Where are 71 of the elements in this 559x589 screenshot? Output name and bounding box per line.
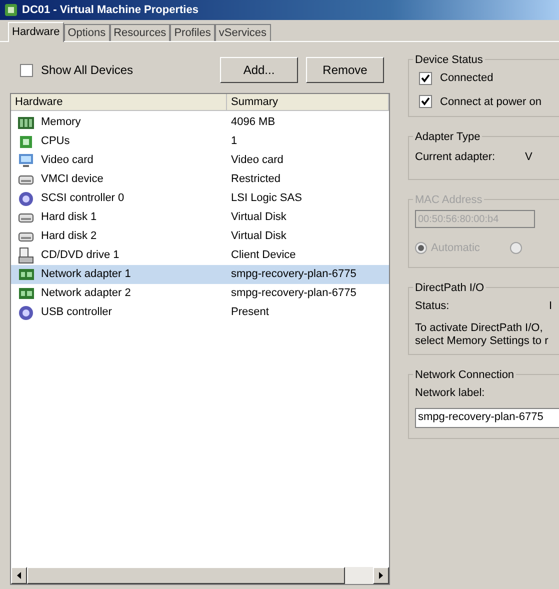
list-row[interactable]: Network adapter 2 smpg-recovery-plan-6775: [11, 284, 389, 303]
horizontal-scrollbar[interactable]: [11, 567, 389, 584]
scroll-thumb[interactable]: [27, 567, 345, 584]
tab[interactable]: Options: [64, 24, 110, 41]
field-label: Status:: [415, 298, 450, 314]
field-label: Network label:: [415, 386, 486, 401]
device-name: Video card: [41, 153, 94, 168]
device-summary: 4096 MB: [230, 115, 276, 130]
scroll-left-icon[interactable]: [11, 567, 27, 584]
network-label-field[interactable]: smpg-recovery-plan-6775: [415, 408, 559, 428]
checkbox-label: Show All Devices: [41, 62, 134, 79]
list-row[interactable]: CPUs 1: [11, 132, 389, 151]
device-summary: Client Device: [230, 248, 297, 264]
column-header[interactable]: Hardware: [11, 94, 227, 110]
list-row[interactable]: VMCI device Restricted: [11, 170, 389, 189]
checkbox[interactable]: [419, 95, 432, 108]
checkbox[interactable]: [419, 72, 432, 85]
device-summary: smpg-recovery-plan-6775: [230, 286, 358, 302]
list-row[interactable]: Hard disk 1 Virtual Disk: [11, 208, 389, 227]
tab[interactable]: Resources: [110, 24, 170, 41]
scroll-right-icon[interactable]: [373, 567, 389, 584]
device-summary: Present: [230, 305, 270, 320]
status-value: I: [549, 298, 552, 314]
dialog-button[interactable]: Add...: [220, 57, 298, 83]
list-row[interactable]: Memory 4096 MB: [11, 113, 389, 132]
device-summary: LSI Logic SAS: [230, 191, 303, 206]
list-row[interactable]: USB controller Present: [11, 303, 389, 322]
list-row[interactable]: SCSI controller 0 LSI Logic SAS: [11, 189, 389, 208]
monitor-icon: [18, 153, 34, 168]
checkbox-label: Connected: [440, 71, 494, 86]
device-summary: Virtual Disk: [230, 210, 288, 226]
device-name: Hard disk 1: [41, 210, 97, 226]
note-text: select Memory Settings to r: [415, 335, 550, 348]
device-name: Network adapter 2: [41, 286, 131, 302]
list-row[interactable]: Hard disk 2 Virtual Disk: [11, 227, 389, 246]
device-summary: Virtual Disk: [230, 229, 288, 244]
network-card-icon: [18, 268, 34, 281]
checkbox-label: Connect at power on: [440, 94, 542, 110]
app-icon: [4, 3, 18, 17]
network-card-icon: [18, 287, 34, 300]
device-name: SCSI controller 0: [41, 191, 124, 206]
device-name: CPUs: [41, 134, 70, 150]
controller-icon: [18, 190, 34, 206]
tab[interactable]: Hardware: [8, 22, 64, 42]
memory-icon: [18, 116, 34, 128]
note-text: To activate DirectPath I/O,: [415, 322, 544, 335]
checkbox[interactable]: [20, 64, 33, 76]
device-name: Network adapter 1: [41, 267, 131, 282]
dialog-button[interactable]: Remove: [306, 57, 384, 83]
window-title: DC01 - Virtual Machine Properties: [22, 2, 198, 18]
list-row[interactable]: Network adapter 1 smpg-recovery-plan-6775: [11, 265, 389, 284]
tab[interactable]: Profiles: [170, 24, 215, 41]
list-row[interactable]: Video card Video card: [11, 151, 389, 170]
device-summary: Restricted: [230, 172, 282, 188]
device-name: CD/DVD drive 1: [41, 248, 120, 264]
chip-icon: [19, 134, 33, 148]
device-summary: smpg-recovery-plan-6775: [230, 267, 358, 282]
device-summary: Video card: [230, 153, 284, 168]
group-title: Adapter Type: [413, 129, 482, 146]
cd-drive-icon: [18, 247, 34, 264]
device-name: VMCI device: [41, 172, 104, 188]
controller-icon: [18, 304, 34, 320]
field-label: Current adapter:: [415, 150, 496, 165]
column-header[interactable]: Summary: [227, 94, 389, 110]
list-row[interactable]: CD/DVD drive 1 Client Device: [11, 246, 389, 265]
tab[interactable]: vServices: [214, 24, 271, 41]
adapter-value: V: [525, 150, 532, 165]
device-name: Memory: [41, 115, 81, 130]
device-name: Hard disk 2: [41, 229, 97, 244]
device-name: USB controller: [41, 305, 112, 320]
device-summary: 1: [230, 134, 238, 150]
